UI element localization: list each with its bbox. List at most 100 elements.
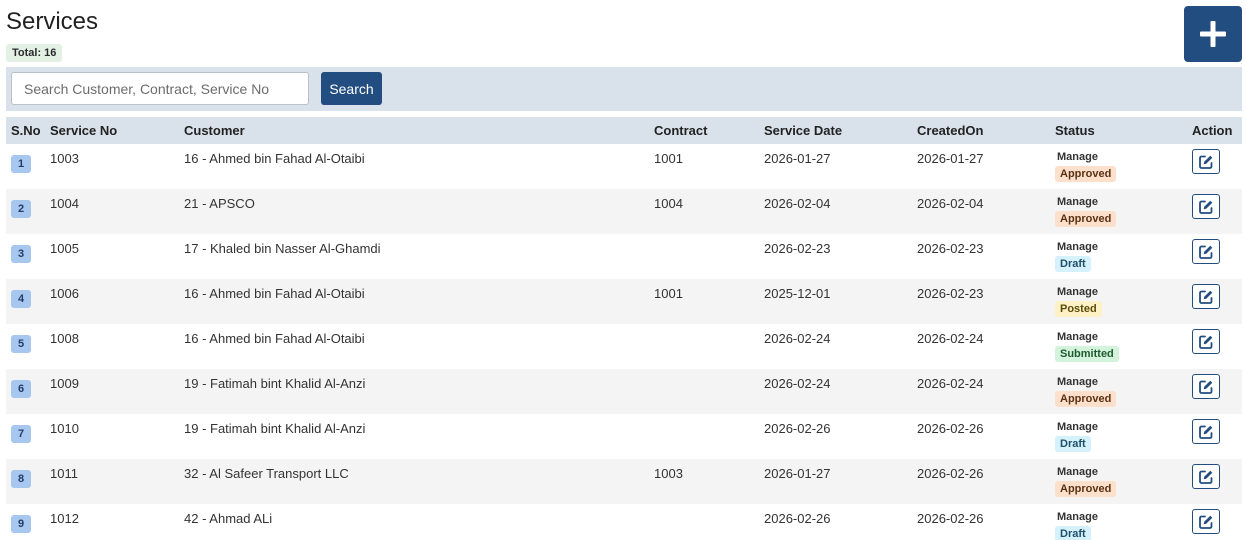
cell-action [1187,369,1242,414]
edit-button[interactable] [1192,464,1220,489]
status-badge: Approved [1055,166,1117,182]
contract-no [654,504,759,511]
edit-button[interactable] [1192,419,1220,444]
edit-icon [1199,380,1213,394]
column-header-service-date: Service Date [759,117,912,144]
manage-link[interactable]: Manage [1057,414,1187,433]
cell-service-date: 2026-02-26 [759,504,912,540]
cell-contract [649,504,759,540]
cell-customer: 17 - Khaled bin Nasser Al-Ghamdi [179,234,649,279]
table-row: 2 1004 21 - APSCO 1004 2026-02-04 2026-02-04 M… [6,189,1242,234]
manage-link[interactable]: Manage [1057,459,1187,478]
contract-no: 1001 [654,151,683,166]
cell-created-on: 2026-02-04 [912,189,1050,234]
total-count-badge: Total: 16 [6,44,63,62]
edit-button[interactable] [1192,194,1220,219]
cell-sno: 3 [6,234,45,279]
created-on-date: 2026-02-23 [917,286,984,301]
cell-customer: 19 - Fatimah bint Khalid Al-Anzi [179,369,649,414]
column-header-service-no: Service No [45,117,179,144]
cell-action [1187,279,1242,324]
cell-contract [649,324,759,369]
edit-button[interactable] [1192,509,1220,534]
row-number-badge: 8 [11,470,31,488]
manage-link[interactable]: Manage [1057,279,1187,298]
column-header-action: Action [1187,117,1242,144]
manage-link[interactable]: Manage [1057,504,1187,523]
customer-name: 16 - Ahmed bin Fahad Al-Otaibi [184,331,365,346]
created-on-date: 2026-02-24 [917,376,984,391]
cell-service-date: 2026-01-27 [759,144,912,189]
status-badge: Approved [1055,481,1117,497]
cell-customer: 16 - Ahmed bin Fahad Al-Otaibi [179,279,649,324]
cell-sno: 1 [6,144,45,189]
manage-link[interactable]: Manage [1057,234,1187,253]
contract-no [654,234,759,241]
service-date: 2026-02-04 [764,196,831,211]
cell-action [1187,144,1242,189]
edit-button[interactable] [1192,374,1220,399]
cell-service-date: 2026-02-26 [759,414,912,459]
cell-status: Manage Draft [1050,234,1187,279]
cell-sno: 6 [6,369,45,414]
services-page: Services Total: 16 Search S.No Service N… [0,0,1246,540]
customer-name: 17 - Khaled bin Nasser Al-Ghamdi [184,241,381,256]
status-badge: Draft [1055,436,1091,452]
cell-status: Manage Approved [1050,459,1187,504]
row-number-badge: 6 [11,380,31,398]
service-date: 2026-02-24 [764,331,831,346]
status-badge: Approved [1055,211,1117,227]
created-on-date: 2026-01-27 [917,151,984,166]
edit-button[interactable] [1192,329,1220,354]
manage-link[interactable]: Manage [1057,324,1187,343]
created-on-date: 2026-02-23 [917,241,984,256]
cell-created-on: 2026-02-26 [912,459,1050,504]
manage-link[interactable]: Manage [1057,189,1187,208]
plus-icon [1200,21,1226,47]
cell-action [1187,189,1242,234]
created-on-date: 2026-02-26 [917,421,984,436]
cell-sno: 9 [6,504,45,540]
status-badge: Submitted [1055,346,1119,362]
table-row: 7 1010 19 - Fatimah bint Khalid Al-Anzi 202… [6,414,1242,459]
edit-icon [1199,290,1213,304]
cell-status: Manage Draft [1050,414,1187,459]
cell-service-no: 1012 [45,504,179,540]
cell-service-date: 2026-02-24 [759,324,912,369]
manage-link[interactable]: Manage [1057,144,1187,163]
cell-status: Manage Approved [1050,144,1187,189]
edit-icon [1199,200,1213,214]
row-number-badge: 9 [11,515,31,533]
search-input[interactable] [11,72,309,105]
cell-service-no: 1011 [45,459,179,504]
status-badge: Draft [1055,526,1091,540]
table-row: 3 1005 17 - Khaled bin Nasser Al-Ghamdi 202… [6,234,1242,279]
column-header-contract: Contract [649,117,759,144]
edit-button[interactable] [1192,239,1220,264]
customer-name: 16 - Ahmed bin Fahad Al-Otaibi [184,151,365,166]
add-service-button[interactable] [1184,6,1242,62]
cell-sno: 7 [6,414,45,459]
service-date: 2026-01-27 [764,466,831,481]
cell-action [1187,414,1242,459]
cell-contract: 1001 [649,144,759,189]
created-on-date: 2026-02-26 [917,511,984,526]
table-row: 8 1011 32 - Al Safeer Transport LLC 1003 202… [6,459,1242,504]
cell-action [1187,459,1242,504]
cell-created-on: 2026-02-26 [912,504,1050,540]
cell-action [1187,324,1242,369]
row-number-badge: 2 [11,200,31,218]
edit-button[interactable] [1192,284,1220,309]
service-date: 2026-02-23 [764,241,831,256]
cell-service-no: 1006 [45,279,179,324]
row-number-badge: 1 [11,155,31,173]
row-number-badge: 7 [11,425,31,443]
cell-created-on: 2026-02-24 [912,369,1050,414]
edit-button[interactable] [1192,149,1220,174]
manage-link[interactable]: Manage [1057,369,1187,388]
contract-no [654,414,759,421]
cell-service-no: 1003 [45,144,179,189]
search-button[interactable]: Search [321,72,382,105]
cell-customer: 32 - Al Safeer Transport LLC [179,459,649,504]
cell-service-no: 1010 [45,414,179,459]
